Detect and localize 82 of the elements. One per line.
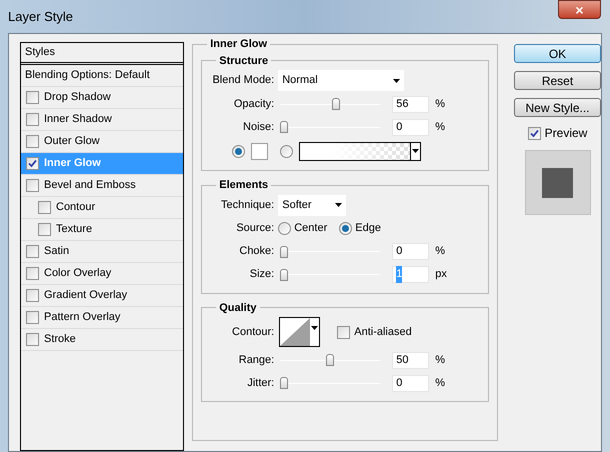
group-title: Elements — [218, 178, 270, 193]
style-list-item[interactable]: Satin — [21, 241, 184, 263]
checkbox[interactable] — [38, 223, 51, 236]
checkbox[interactable] — [26, 311, 39, 324]
value-field[interactable]: 0 — [392, 243, 430, 260]
slider-thumb[interactable] — [280, 377, 288, 389]
dialog-button[interactable]: Reset — [514, 71, 601, 90]
value-field[interactable]: 56 — [392, 96, 430, 112]
style-list-item[interactable]: Gradient Overlay — [21, 285, 184, 307]
value-field[interactable]: 50 — [392, 352, 430, 368]
radio-button[interactable] — [339, 222, 352, 235]
group-title: Structure — [218, 54, 270, 68]
checkbox[interactable] — [26, 333, 39, 346]
caret-icon — [335, 203, 342, 207]
checkbox[interactable] — [26, 245, 39, 258]
style-list-item[interactable]: Contour — [21, 197, 184, 219]
field-label: Blend Mode: — [211, 73, 274, 88]
field-label: Jitter: — [246, 376, 274, 391]
list-header: Styles — [21, 43, 184, 65]
checkbox-label: Anti-aliased — [354, 324, 412, 340]
checkbox-label: Preview — [544, 125, 588, 142]
style-list-item[interactable]: Inner Shadow — [21, 109, 184, 131]
slider-thumb[interactable] — [332, 98, 340, 110]
group-title: Quality — [218, 300, 258, 316]
checkbox[interactable] — [26, 135, 39, 148]
style-list-item[interactable]: Color Overlay — [21, 263, 184, 285]
field-label: Choke: — [238, 244, 274, 260]
checkbox[interactable] — [26, 91, 39, 104]
color-swatch[interactable] — [251, 142, 268, 160]
window-title: Layer Style — [8, 8, 74, 26]
contour-picker[interactable] — [279, 317, 320, 347]
slider-thumb[interactable] — [280, 246, 288, 258]
checkbox[interactable] — [26, 289, 39, 302]
field-label: Opacity: — [232, 96, 274, 112]
checkbox[interactable] — [26, 113, 39, 126]
slider-thumb[interactable] — [280, 268, 288, 280]
checkbox[interactable] — [337, 326, 350, 338]
checkbox[interactable] — [26, 157, 39, 170]
caret-icon — [311, 326, 318, 330]
dropdown[interactable]: Softer — [278, 194, 346, 216]
dialog-button[interactable]: New Style... — [514, 98, 601, 117]
radio-button[interactable] — [280, 144, 294, 158]
field-label: Size: — [248, 267, 274, 282]
check-icon — [530, 128, 539, 138]
style-list-item[interactable]: Stroke — [21, 329, 184, 351]
unit-label: px — [435, 267, 447, 282]
contour-curve-icon — [280, 318, 310, 346]
field-label: Range: — [238, 352, 274, 368]
check-icon — [28, 159, 37, 168]
value-field[interactable]: 0 — [392, 374, 430, 392]
checkbox[interactable] — [26, 179, 39, 192]
caret-icon — [412, 149, 420, 153]
field-label: Contour: — [231, 324, 274, 340]
unit-label: % — [435, 244, 446, 260]
caret-icon — [393, 78, 400, 82]
checkbox[interactable] — [38, 201, 51, 214]
slider-thumb[interactable] — [326, 354, 334, 366]
style-list-item[interactable]: Pattern Overlay — [21, 307, 184, 329]
radio-label: Edge — [355, 221, 381, 236]
field-label: Noise: — [242, 120, 274, 135]
field-label: Source: — [235, 221, 274, 236]
preview-square — [542, 168, 573, 198]
value-field[interactable]: 0 — [392, 118, 430, 136]
style-list-item[interactable]: Texture — [21, 219, 184, 241]
checkbox[interactable] — [26, 267, 39, 280]
dropdown[interactable]: Normal — [278, 70, 404, 91]
gradient-picker[interactable] — [299, 142, 422, 160]
unit-label: % — [435, 96, 446, 112]
radio-label: Center — [294, 221, 328, 236]
radio-button[interactable] — [278, 222, 292, 235]
style-list-item[interactable]: Bevel and Emboss — [21, 175, 184, 197]
slider-thumb[interactable] — [280, 121, 288, 133]
radio-button[interactable] — [232, 144, 246, 158]
dialog-button[interactable]: OK — [514, 44, 601, 63]
field-label: Technique: — [220, 198, 274, 213]
unit-label: % — [435, 376, 446, 391]
preview-checkbox[interactable] — [528, 126, 541, 140]
style-list-item[interactable]: Blending Options: Default — [21, 65, 184, 87]
unit-label: % — [435, 352, 446, 368]
group-title: Inner Glow — [209, 37, 268, 52]
style-list-item[interactable]: Drop Shadow — [21, 87, 184, 109]
unit-label: % — [435, 120, 446, 135]
